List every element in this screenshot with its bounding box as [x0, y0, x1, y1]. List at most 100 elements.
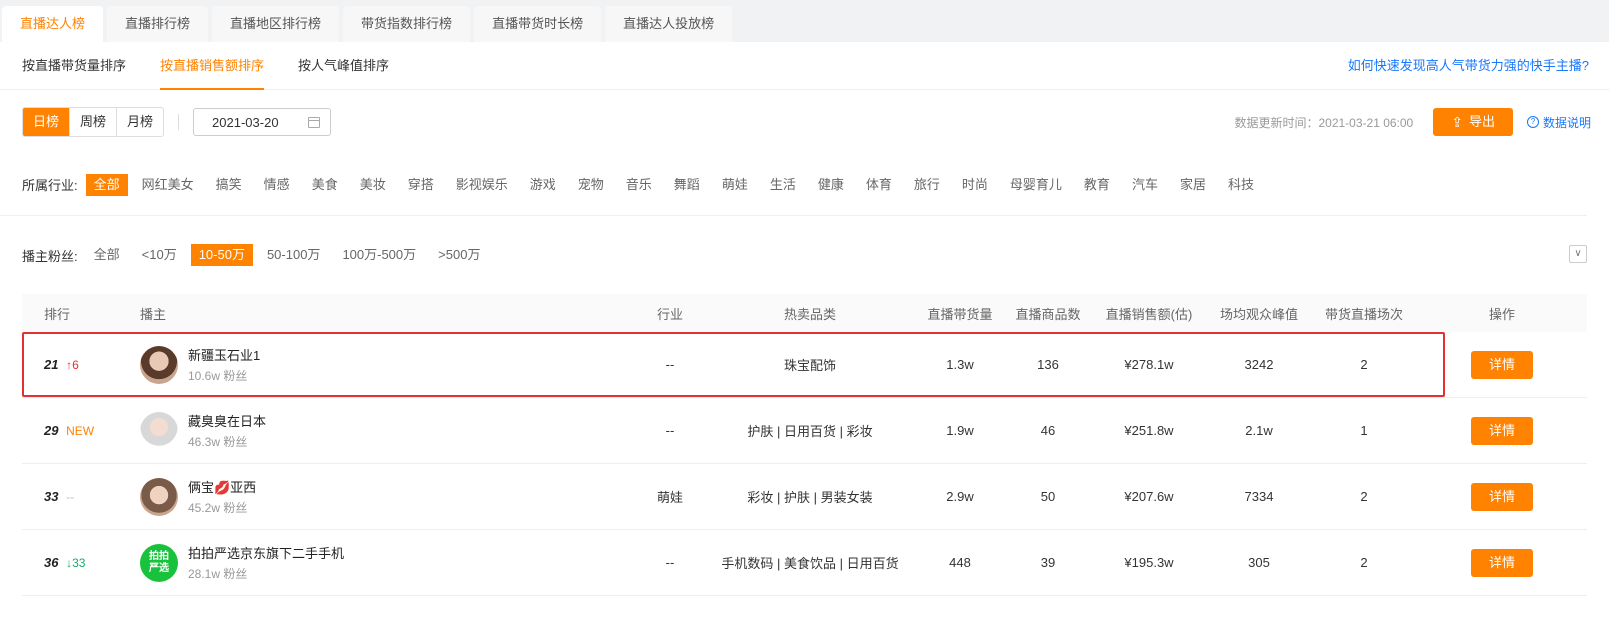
industry-option[interactable]: 音乐 — [618, 174, 660, 196]
header-industry: 行业 — [656, 306, 683, 322]
detail-button[interactable]: 详情 — [1470, 548, 1533, 577]
rank-cell: 36 ↓33 — [22, 555, 140, 570]
peak-cell: 7334 — [1244, 489, 1274, 504]
host-cell[interactable]: 新疆玉石业1 10.6w 粉丝 — [140, 345, 635, 384]
host-name: 俩宝💋亚西 — [188, 480, 257, 495]
industry-option[interactable]: 科技 — [1220, 174, 1262, 196]
tab-live-ranking[interactable]: 直播排行榜 — [107, 6, 209, 42]
top-tab-bar: 直播达人榜 直播排行榜 直播地区排行榜 带货指数排行榜 直播带货时长榜 直播达人… — [0, 0, 1609, 42]
detail-button[interactable]: 详情 — [1470, 416, 1533, 445]
industry-option[interactable]: 游戏 — [522, 174, 564, 196]
industry-option[interactable]: 全部 — [85, 173, 128, 196]
header-category: 热卖品类 — [783, 306, 836, 322]
header-sales: 直播销售额(估) — [1105, 306, 1193, 322]
category-cell: 手机数码 | 美食饮品 | 日用百货 — [721, 556, 899, 571]
items-cell: 50 — [1040, 489, 1056, 504]
table-row: 29 NEW 藏臭臭在日本 46.3w 粉丝 -- 护肤 | 日用百货 | 彩妆… — [22, 398, 1587, 464]
tab-index-ranking[interactable]: 带货指数排行榜 — [343, 6, 471, 42]
host-fans: 10.6w 粉丝 — [188, 369, 248, 383]
date-picker[interactable]: 2021-03-20 — [193, 108, 332, 136]
table-row: 36 ↓33 拍拍 严选 拍拍严选京东旗下二手手机 28.1w 粉丝 -- 手机… — [22, 530, 1587, 596]
industry-option[interactable]: 宠物 — [570, 174, 612, 196]
tab-region-ranking[interactable]: 直播地区排行榜 — [212, 6, 340, 42]
table-row: 21 ↑6 新疆玉石业1 10.6w 粉丝 -- 珠宝配饰 1.3w 136 ¥… — [22, 332, 1587, 398]
industry-option[interactable]: 网红美女 — [134, 174, 202, 196]
category-cell: 护肤 | 日用百货 | 彩妆 — [747, 424, 873, 439]
industry-option[interactable]: 情感 — [256, 174, 298, 196]
period-switch: 日榜 周榜 月榜 — [22, 107, 165, 137]
table-row: 33 -- 俩宝💋亚西 45.2w 粉丝 萌娃 彩妆 | 护肤 | 男装女装 2… — [22, 464, 1587, 530]
host-cell[interactable]: 藏臭臭在日本 46.3w 粉丝 — [140, 411, 635, 450]
industry-option[interactable]: 搞笑 — [208, 174, 250, 196]
industry-option[interactable]: 穿搭 — [400, 174, 442, 196]
host-cell[interactable]: 拍拍 严选 拍拍严选京东旗下二手手机 28.1w 粉丝 — [140, 543, 635, 582]
fans-option[interactable]: 10-50万 — [190, 244, 253, 266]
date-value: 2021-03-20 — [212, 114, 279, 130]
update-time: 数据更新时间：2021-03-21 06:00 — [1234, 115, 1414, 130]
detail-button[interactable]: 详情 — [1470, 482, 1533, 511]
rank-cell: 21 ↑6 — [22, 357, 140, 372]
sort-by-volume[interactable]: 按直播带货量排序 — [22, 42, 126, 90]
data-explain-link[interactable]: ? 数据说明 — [1526, 114, 1591, 131]
industry-cell: -- — [665, 357, 675, 372]
industry-option[interactable]: 影视娱乐 — [448, 174, 516, 196]
header-host: 播主 — [140, 306, 167, 322]
tab-duration-ranking[interactable]: 直播带货时长榜 — [474, 6, 602, 42]
sort-by-popularity[interactable]: 按人气峰值排序 — [298, 42, 389, 90]
volume-cell: 1.9w — [946, 423, 974, 438]
industry-option[interactable]: 汽车 — [1124, 174, 1166, 196]
fans-option[interactable]: >500万 — [430, 244, 488, 266]
industry-option[interactable]: 教育 — [1076, 174, 1118, 196]
industry-option[interactable]: 萌娃 — [714, 174, 756, 196]
sort-nav: 按直播带货量排序 按直播销售额排序 按人气峰值排序 如何快速发现高人气带货力强的… — [0, 42, 1609, 90]
rank-change: -- — [66, 490, 75, 504]
rank-change: ↑6 — [66, 358, 79, 372]
category-cell: 彩妆 | 护肤 | 男装女装 — [747, 490, 873, 505]
fans-option[interactable]: 全部 — [86, 244, 128, 266]
rank-number: 36 — [44, 555, 59, 570]
industry-option[interactable]: 生活 — [762, 174, 804, 196]
industry-option[interactable]: 家居 — [1172, 174, 1214, 196]
sessions-cell: 1 — [1360, 423, 1368, 438]
industry-option[interactable]: 美妆 — [352, 174, 394, 196]
header-volume: 直播带货量 — [927, 306, 993, 322]
peak-cell: 2.1w — [1245, 423, 1273, 438]
detail-button[interactable]: 详情 — [1470, 350, 1533, 379]
period-day[interactable]: 日榜 — [23, 108, 71, 136]
export-label: 导出 — [1468, 114, 1495, 129]
ranking-table: 排行 播主 行业 热卖品类 直播带货量 直播商品数 直播销售额(估) 场均观众峰… — [22, 294, 1587, 596]
avatar — [140, 411, 178, 450]
help-link[interactable]: 如何快速发现高人气带货力强的快手主播? — [1348, 42, 1589, 90]
industry-option[interactable]: 旅行 — [906, 174, 948, 196]
industry-option[interactable]: 母婴育儿 — [1002, 174, 1070, 196]
explain-label: 数据说明 — [1542, 115, 1591, 130]
industry-cell: -- — [665, 555, 675, 570]
industry-option[interactable]: 时尚 — [954, 174, 996, 196]
tab-promotion-ranking[interactable]: 直播达人投放榜 — [605, 6, 733, 42]
industry-option[interactable]: 健康 — [810, 174, 852, 196]
avatar: 拍拍 严选 — [140, 543, 178, 582]
period-week[interactable]: 周榜 — [70, 108, 118, 136]
tab-live-talent[interactable]: 直播达人榜 — [2, 6, 104, 42]
header-peak: 场均观众峰值 — [1219, 306, 1298, 322]
sort-by-sales[interactable]: 按直播销售额排序 — [160, 42, 265, 90]
fans-option[interactable]: <10万 — [134, 244, 185, 266]
host-cell[interactable]: 俩宝💋亚西 45.2w 粉丝 — [140, 477, 635, 516]
question-icon: ? — [1526, 116, 1539, 128]
period-month[interactable]: 月榜 — [117, 108, 163, 136]
toolbar: 日榜 周榜 月榜 2021-03-20 数据更新时间：2021-03-21 06… — [0, 90, 1609, 154]
host-fans: 28.1w 粉丝 — [188, 567, 248, 581]
fans-option[interactable]: 50-100万 — [259, 244, 328, 266]
divider — [178, 114, 180, 130]
fans-option[interactable]: 100万-500万 — [334, 244, 424, 266]
industry-option[interactable]: 体育 — [858, 174, 900, 196]
chevron-down-icon[interactable]: ∨ — [1569, 245, 1587, 263]
peak-cell: 3242 — [1244, 357, 1274, 372]
sessions-cell: 2 — [1360, 555, 1368, 570]
industry-option[interactable]: 美食 — [304, 174, 346, 196]
industry-option[interactable]: 舞蹈 — [666, 174, 708, 196]
export-button[interactable]: ⇪ 导出 — [1433, 108, 1513, 136]
volume-cell: 1.3w — [946, 357, 974, 372]
rank-number: 29 — [44, 423, 59, 438]
avatar — [140, 477, 178, 516]
